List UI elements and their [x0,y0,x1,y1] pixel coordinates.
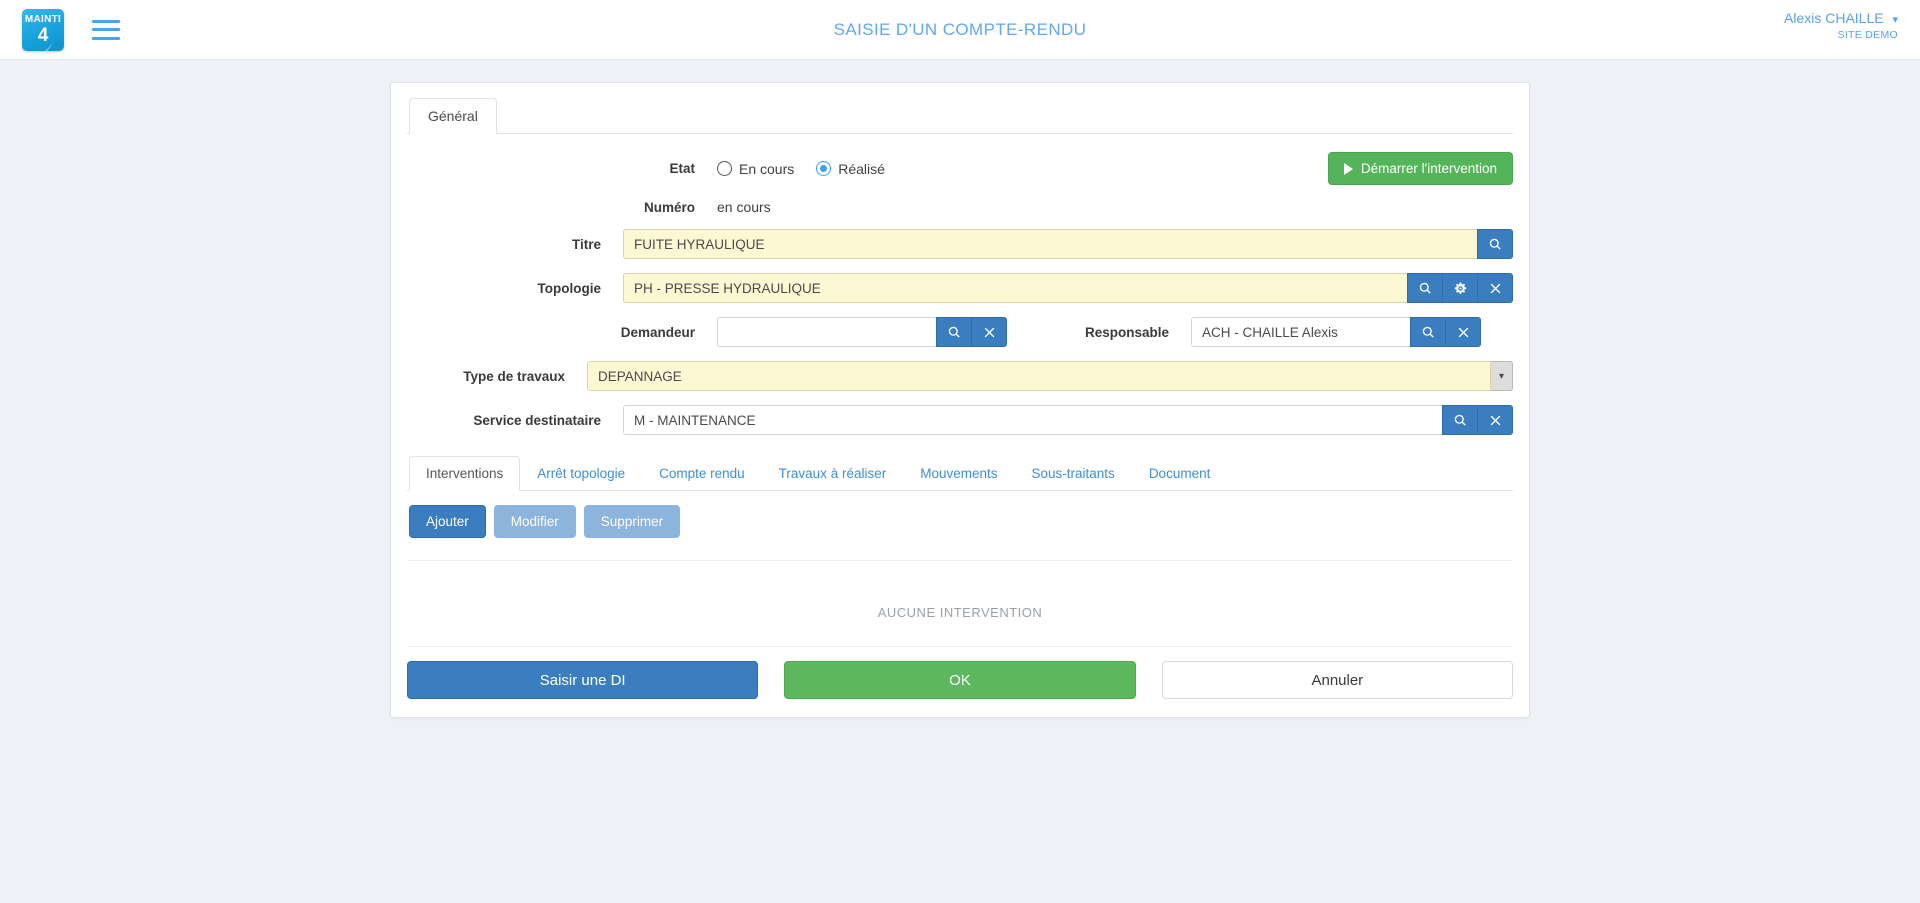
tab-arret-topologie[interactable]: Arrêt topologie [520,456,642,491]
cancel-button[interactable]: Annuler [1161,661,1513,699]
label-demandeur: Demandeur [620,324,695,340]
form-row-demandeur-responsable: Demandeur Responsable ACH - CHAILLE Alex… [407,317,1513,347]
gear-icon [1454,281,1466,294]
play-icon [1343,162,1353,175]
form-row-numero: Numéro en cours [407,199,1513,215]
intervention-action-bar: Ajouter Modifier Supprimer [407,491,1513,538]
compte-rendu-card: Général Etat En cours Réalisé Démarrer l… [390,82,1530,718]
start-intervention-label: Démarrer l'intervention [1360,161,1497,176]
edit-button[interactable]: Modifier [493,505,576,538]
service-destinataire-input[interactable]: M - MAINTENANCE [623,405,1443,435]
tab-mouvements[interactable]: Mouvements [903,456,1014,491]
tab-sous-traitants[interactable]: Sous-traitants [1015,456,1132,491]
tab-interventions[interactable]: Interventions [409,456,521,491]
empty-state-message: AUCUNE INTERVENTION [407,560,1513,646]
radio-dot-realise[interactable] [816,161,832,176]
label-numero: Numéro [643,199,695,215]
radio-en-cours[interactable]: En cours [717,161,794,177]
detail-tab-strip: Interventions Arrêt topologie Compte ren… [407,455,1513,491]
service-destinataire-clear-button[interactable] [1477,405,1513,435]
responsable-search-button[interactable] [1410,317,1447,347]
start-intervention-button[interactable]: Démarrer l'intervention [1327,152,1513,185]
close-icon [1458,327,1468,337]
service-destinataire-search-button[interactable] [1442,405,1478,435]
tab-travaux-a-realiser[interactable]: Travaux à réaliser [762,456,904,491]
radio-dot-en-cours[interactable] [717,161,732,176]
logo-swoosh-decoration [22,27,55,51]
topologie-search-button[interactable] [1407,273,1443,303]
label-etat: Etat [669,161,695,176]
type-travaux-select[interactable]: DEPANNAGE ▾ [587,361,1513,391]
demandeur-search-button[interactable] [936,317,972,347]
page-title: SAISIE D'UN COMPTE-RENDU [833,19,1087,39]
label-topologie: Topologie [537,280,602,296]
general-form: Etat En cours Réalisé Démarrer l'interve… [407,134,1513,435]
label-titre: Titre [571,236,601,252]
topologie-input-group: PH - PRESSE HYDRAULIQUE [623,273,1513,303]
titre-input[interactable]: FUITE HYRAULIQUE [623,229,1478,259]
hamburger-bar [92,28,120,31]
label-service-destinataire: Service destinataire [473,412,601,428]
responsable-input[interactable]: ACH - CHAILLE Alexis [1191,317,1412,347]
form-row-topologie: Topologie PH - PRESSE HYDRAULIQUE [407,273,1513,303]
numero-value: en cours [717,199,771,215]
radio-label-realise: Réalisé [838,160,885,177]
user-name-row[interactable]: Alexis CHAILLE ▾ [1784,9,1898,28]
user-name: Alexis CHAILLE [1783,10,1884,26]
close-icon [1490,415,1500,425]
tab-compte-rendu[interactable]: Compte rendu [642,456,762,491]
search-icon [1419,282,1431,294]
topologie-input[interactable]: PH - PRESSE HYDRAULIQUE [623,273,1408,303]
hamburger-icon[interactable] [92,19,120,40]
demandeur-clear-button[interactable] [971,317,1007,347]
close-icon [1490,283,1500,293]
logo-text-line1: MAINTI [24,13,62,25]
hamburger-bar [92,19,120,23]
search-icon [1489,238,1501,250]
chevron-down-icon[interactable]: ▾ [1491,361,1513,391]
label-responsable: Responsable [1085,324,1170,340]
responsable-clear-button[interactable] [1445,317,1482,347]
type-travaux-value[interactable]: DEPANNAGE [587,361,1491,391]
delete-button[interactable]: Supprimer [583,505,681,538]
page-body: Général Etat En cours Réalisé Démarrer l… [0,60,1920,718]
topologie-clear-button[interactable] [1477,273,1513,303]
top-bar: MAINTI 4 SAISIE D'UN COMPTE-RENDU Alexis… [0,0,1920,60]
demandeur-input[interactable] [717,317,937,347]
titre-input-group: FUITE HYRAULIQUE [623,229,1513,259]
topologie-settings-button[interactable] [1442,273,1478,303]
titre-search-button[interactable] [1477,229,1513,259]
close-icon [984,327,994,337]
app-logo[interactable]: MAINTI 4 [22,8,64,51]
form-row-type-travaux: Type de travaux DEPANNAGE ▾ [407,361,1513,391]
responsable-input-group: ACH - CHAILLE Alexis [1191,317,1482,347]
etat-radio-group[interactable]: En cours Réalisé [717,161,885,177]
main-tab-strip: Général [407,97,1513,134]
radio-label-en-cours: En cours [739,160,795,177]
radio-realise[interactable]: Réalisé [816,161,885,177]
service-destinataire-input-group: M - MAINTENANCE [623,405,1513,435]
tab-general[interactable]: Général [409,98,497,134]
form-footer: Saisir une DI OK Annuler [407,646,1513,717]
form-row-titre: Titre FUITE HYRAULIQUE [407,229,1513,259]
hamburger-bar [92,36,120,40]
demandeur-input-group [717,317,1007,347]
add-button[interactable]: Ajouter [409,505,486,538]
form-row-service-destinataire: Service destinataire M - MAINTENANCE [407,405,1513,435]
label-type-travaux: Type de travaux [463,368,565,384]
user-menu[interactable]: Alexis CHAILLE ▾ SITE DEMO [1784,9,1898,42]
tab-document[interactable]: Document [1132,456,1228,491]
chevron-down-icon[interactable]: ▾ [1892,14,1898,26]
user-site: SITE DEMO [1837,28,1898,41]
search-icon [1454,414,1466,426]
search-icon [1422,326,1434,338]
saisir-di-button[interactable]: Saisir une DI [407,661,759,699]
form-row-etat: Etat En cours Réalisé Démarrer l'interve… [407,152,1513,185]
search-icon [948,326,960,338]
ok-button[interactable]: OK [784,661,1136,699]
